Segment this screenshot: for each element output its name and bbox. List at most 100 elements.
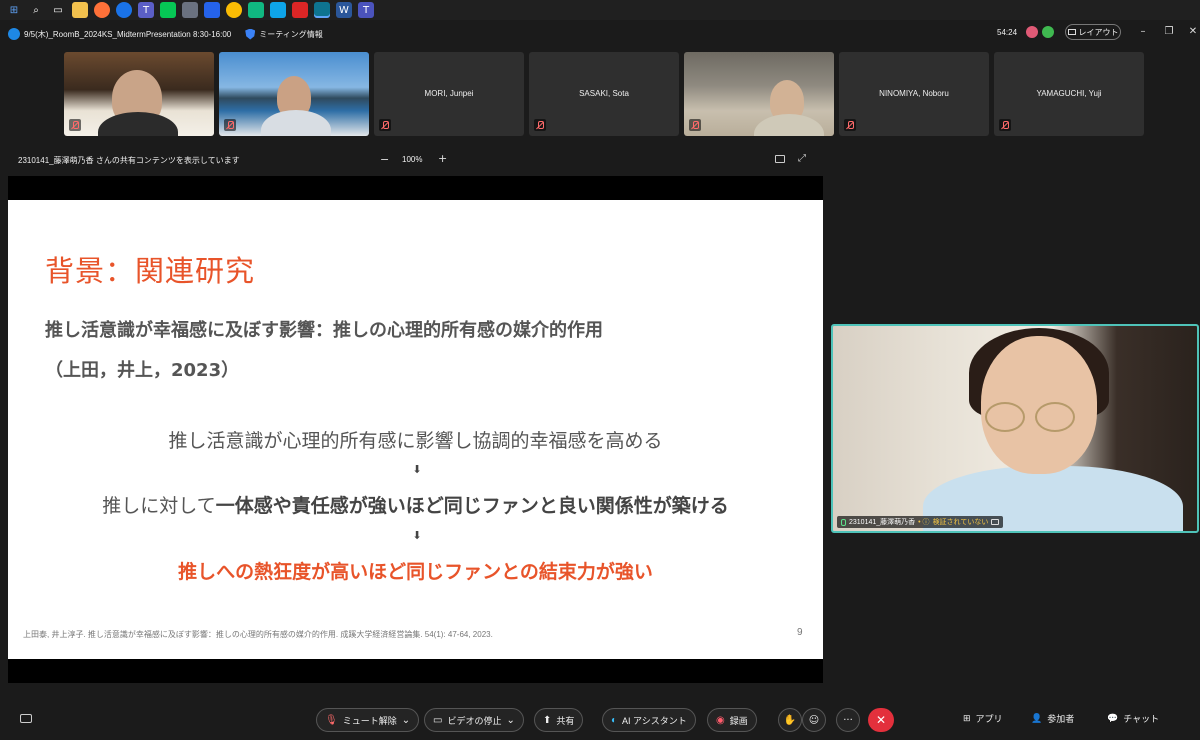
participants-label: 参加者	[1047, 714, 1075, 724]
meeting-title: 9/5(木)_RoomB_2024KS_MidtermPresentation …	[24, 29, 232, 39]
minimize-button[interactable]: –	[1136, 26, 1150, 37]
chevron-down-icon[interactable]: ⌄	[506, 715, 514, 726]
caption-icon[interactable]	[991, 519, 1000, 525]
restore-button[interactable]: ❐	[1162, 26, 1176, 37]
participant-name: MORI, Junpei	[424, 89, 474, 98]
slide-point-2-prefix: 推しに対して	[102, 495, 216, 517]
participant-tile-4[interactable]: SASAKI, Sota	[529, 52, 679, 136]
word-icon[interactable]: W	[336, 2, 352, 18]
recording-indicator-icon[interactable]	[1026, 26, 1038, 38]
zoom-level: 100%	[402, 155, 423, 164]
stop-video-button[interactable]: ▭ ビデオの停止 ⌄	[424, 708, 524, 732]
slide-point-2-emphasis: 一体感や責任感が強いほど同じファンと良い関係性が築ける	[215, 495, 729, 517]
layout-button[interactable]: レイアウト	[1065, 24, 1121, 40]
chat-icon: 💬	[1107, 713, 1119, 723]
teams-icon[interactable]: T	[138, 2, 154, 18]
participant-tile-5[interactable]	[684, 52, 834, 136]
slide-point-2: 推しに対して一体感や責任感が強いほど同じファンと良い関係性が築ける	[8, 491, 823, 518]
popout-icon[interactable]	[775, 155, 785, 163]
apps-icon: ⊞	[963, 713, 971, 723]
audio-indicator-icon[interactable]	[1042, 26, 1054, 38]
meeting-controls: 🎙 ミュート解除 ⌄ ▭ ビデオの停止 ⌄ ⬆ 共有 ◐ AI アシスタント ◉…	[0, 700, 1200, 740]
line-icon[interactable]	[160, 2, 176, 18]
record-button[interactable]: ◉ 録画	[707, 708, 757, 732]
shared-content-area: 背景：関連研究 推し活意識が幸福感に及ぼす影響：推しの心理的所有感の媒介的作用 …	[8, 176, 823, 683]
meeting-info-link[interactable]: ミーティング情報	[259, 29, 323, 40]
muted-mic-icon	[999, 119, 1011, 131]
task-view-icon[interactable]: ▭	[50, 2, 66, 18]
layout-label: レイアウト	[1078, 27, 1119, 37]
apps-label: アプリ	[975, 714, 1003, 724]
app-icon-2[interactable]	[204, 2, 220, 18]
raise-hand-icon[interactable]: ✋	[778, 708, 802, 732]
slide-point-3: 推しへの熱狂度が高いほど同じファンとの結束力が強い	[178, 561, 653, 583]
active-speaker-video[interactable]: 2310141_藤澤萌乃香 • ⓘ 検証されていない	[831, 324, 1199, 533]
search-icon[interactable]: ⌕	[28, 2, 44, 18]
slide-page-number: 9	[797, 627, 803, 638]
slide-citation: 上田泰, 井上淳子. 推し活意識が幸福感に及ぼす影響：推しの心理的所有感の媒介的…	[23, 630, 493, 639]
webex-logo-icon	[8, 28, 20, 40]
apps-button[interactable]: ⊞ アプリ	[963, 712, 1003, 725]
record-icon: ◉	[716, 714, 725, 726]
warning-icon: • ⓘ	[918, 519, 930, 526]
close-button[interactable]: ✕	[1186, 26, 1200, 37]
ai-assistant-button[interactable]: ◐ AI アシスタント	[602, 708, 696, 732]
speaker-name-label: 2310141_藤澤萌乃香 • ⓘ 検証されていない	[837, 516, 1004, 528]
meeting-titlebar: 9/5(木)_RoomB_2024KS_MidtermPresentation …	[0, 20, 1200, 48]
chrome-icon[interactable]	[226, 2, 242, 18]
chevron-down-icon[interactable]: ⌄	[402, 715, 410, 726]
shield-icon[interactable]	[245, 28, 256, 40]
stop-video-label: ビデオの停止	[447, 715, 502, 726]
glasses-right	[1035, 402, 1075, 432]
participant-tile-7[interactable]: YAMAGUCHI, Yuji	[994, 52, 1144, 136]
unmute-label: ミュート解除	[342, 715, 397, 726]
down-arrow-icon: ⬇	[412, 529, 422, 542]
verification-status: 検証されていない	[932, 519, 989, 526]
participants-button[interactable]: 👤 参加者	[1031, 712, 1074, 725]
muted-mic-icon: 🎙	[325, 714, 338, 726]
record-label: 録画	[729, 715, 748, 726]
share-screen-icon: ⬆	[543, 714, 552, 726]
participant-name: NINOMIYA, Noboru	[879, 89, 949, 98]
leave-meeting-button[interactable]: ✕	[868, 708, 894, 732]
muted-mic-icon	[69, 119, 81, 131]
teams-icon-2[interactable]: T	[358, 2, 374, 18]
muted-mic-icon	[379, 119, 391, 131]
slide-subtitle: 推し活意識が幸福感に及ぼす影響：推しの心理的所有感の媒介的作用	[45, 320, 603, 341]
file-explorer-icon[interactable]	[72, 2, 88, 18]
glasses-left	[985, 402, 1025, 432]
share-button[interactable]: ⬆ 共有	[534, 708, 584, 732]
participant-tile-6[interactable]: NINOMIYA, Noboru	[839, 52, 989, 136]
participant-tile-3[interactable]: MORI, Junpei	[374, 52, 524, 136]
app-icon-4[interactable]	[270, 2, 286, 18]
firefox-icon[interactable]	[94, 2, 110, 18]
participant-name: YAMAGUCHI, Yuji	[1036, 89, 1102, 98]
fullscreen-icon[interactable]: ⤢	[798, 153, 806, 164]
muted-mic-icon	[224, 119, 236, 131]
app-icon[interactable]	[182, 2, 198, 18]
ai-assistant-label: AI アシスタント	[622, 715, 687, 726]
participant-name: SASAKI, Sota	[579, 89, 629, 98]
share-status-text: 2310141_藤澤萌乃香 さんの共有コンテンツを表示しています	[18, 155, 240, 165]
participant-body	[261, 110, 331, 136]
participant-body	[98, 112, 178, 136]
unmute-button[interactable]: 🎙 ミュート解除 ⌄	[316, 708, 420, 732]
reactions-icon[interactable]: ☺	[802, 708, 826, 732]
windows-start-icon[interactable]: ⊞	[6, 2, 22, 18]
webex-icon[interactable]	[314, 2, 330, 18]
chat-button[interactable]: 💬 チャット	[1107, 712, 1159, 725]
browser-icon[interactable]	[116, 2, 132, 18]
more-options-button[interactable]: ···	[836, 708, 860, 732]
layout-icon	[1067, 29, 1076, 35]
participant-tile-1[interactable]	[64, 52, 214, 136]
acrobat-icon[interactable]	[292, 2, 308, 18]
zoom-in-button[interactable]: +	[438, 152, 447, 165]
participant-tile-2[interactable]	[219, 52, 369, 136]
participants-icon: 👤	[1031, 713, 1043, 723]
slide-title: 背景：関連研究	[45, 254, 256, 288]
slide-reference-short: （上田，井上，2023）	[45, 360, 240, 381]
captions-icon[interactable]	[20, 714, 32, 723]
mic-active-icon	[841, 518, 846, 526]
app-icon-3[interactable]	[248, 2, 264, 18]
zoom-out-button[interactable]: −	[380, 153, 389, 166]
